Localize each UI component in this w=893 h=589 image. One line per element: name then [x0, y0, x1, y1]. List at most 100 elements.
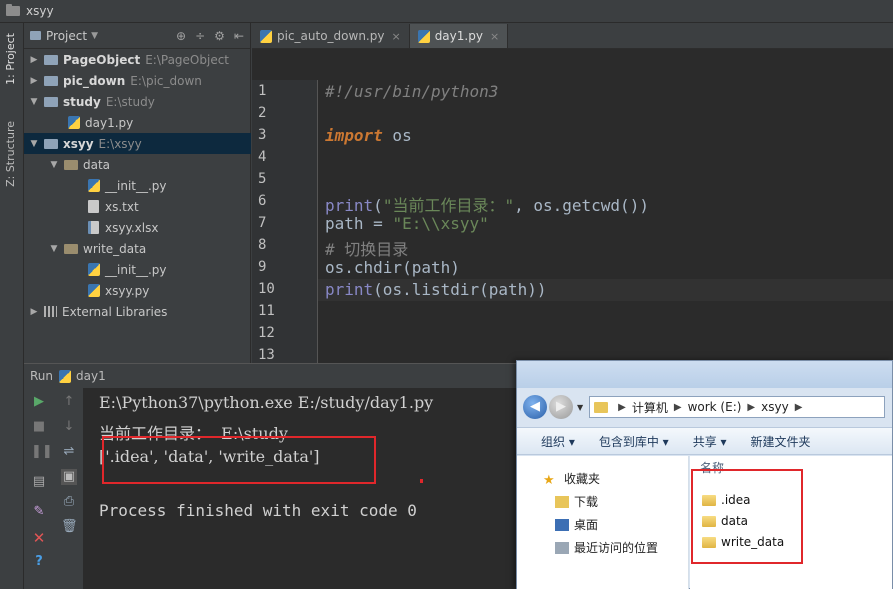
print-icon[interactable]: ⎙ [61, 494, 77, 510]
project-panel-header: Project ▼ ⊕ ÷ ⚙ ⇤ [24, 23, 250, 49]
layout-icon[interactable]: ▤ [31, 474, 47, 490]
line-number: 3 [258, 127, 267, 143]
line-number-gutter: 1 2 3 4 5 6 7 8 9 10 11 12 13 [252, 80, 318, 363]
project-view-icon [30, 31, 41, 40]
line-number: 7 [258, 215, 267, 231]
nav-favorites[interactable]: ★ 收藏夹 [543, 470, 600, 488]
code-line-1[interactable]: #!/usr/bin/python3 [325, 82, 498, 101]
tree-row-xs-txt[interactable]: xs.txt [24, 196, 251, 217]
close-icon[interactable]: ✕ [31, 530, 47, 546]
star-icon: ★ [543, 472, 555, 488]
breadcrumb-computer[interactable]: 计算机 [632, 399, 668, 416]
back-icon[interactable]: ◀ [523, 395, 547, 419]
stop-icon[interactable]: ■ [31, 419, 47, 435]
chevron-down-icon[interactable]: ▼ [28, 139, 40, 149]
scroll-end-icon[interactable]: ▣ [61, 469, 77, 485]
chevron-right-icon[interactable]: ▶ [28, 55, 40, 65]
gear-icon[interactable]: ⚙ [214, 29, 225, 43]
code-line-3[interactable]: import os [325, 126, 412, 145]
tree-row-data[interactable]: ▼ data [24, 154, 251, 175]
chevron-right-icon: ▶ [618, 401, 626, 413]
code-line-10[interactable]: print(os.listdir(path)) [325, 280, 547, 299]
code-line-7[interactable]: path = "E:\\xsyy" [325, 214, 489, 233]
project-panel-label[interactable]: Project [46, 29, 87, 43]
explorer-file-list: 名称 .idea data write_data [690, 456, 892, 589]
highlight-box [102, 436, 376, 484]
address-bar[interactable]: ▶ 计算机 ▶ work (E:) ▶ xsyy ▶ [589, 396, 885, 418]
tree-label: data [83, 157, 111, 172]
arrow-up-icon[interactable]: ↑ [61, 394, 77, 410]
chevron-down-icon[interactable]: ▼ [91, 31, 98, 41]
console-line-command: E:\Python37\python.exe E:/study/day1.py [99, 393, 434, 412]
chevron-down-icon[interactable]: ▼ [48, 160, 60, 170]
play-icon[interactable]: ▶ [31, 394, 47, 410]
wrap-icon[interactable]: ⇌ [61, 444, 77, 460]
tree-row-write-init[interactable]: __init__.py [24, 259, 251, 280]
tab-day1[interactable]: day1.py × [409, 24, 509, 48]
close-icon[interactable]: × [490, 30, 499, 43]
chevron-down-icon[interactable]: ▼ [48, 244, 60, 254]
tab-structure[interactable]: Z: Structure [4, 121, 17, 187]
tab-pic-auto-down[interactable]: pic_auto_down.py × [252, 24, 410, 48]
tree-label: xsyy.py [105, 283, 150, 298]
nav-recent[interactable]: 最近访问的位置 [555, 539, 658, 556]
nav-downloads[interactable]: 下载 [555, 493, 598, 510]
tree-path: E:\PageObject [145, 52, 230, 67]
python-file-icon [260, 29, 272, 43]
folder-icon [44, 138, 58, 149]
trash-icon[interactable]: 🗑 [61, 519, 78, 535]
tree-row-study[interactable]: ▼ study E:\study [24, 91, 251, 112]
ide-window: xsyy 1: Project Z: Structure Project ▼ ⊕… [0, 0, 893, 589]
new-folder-button[interactable]: 新建文件夹 [751, 433, 811, 450]
tree-row-xsyy-py[interactable]: xsyy.py [24, 280, 251, 301]
tree-row-data-init[interactable]: __init__.py [24, 175, 251, 196]
code-text: os [382, 126, 412, 145]
tab-label: pic_auto_down.py [277, 29, 385, 43]
tree-row-write-data[interactable]: ▼ write_data [24, 238, 251, 259]
code-line-9[interactable]: os.chdir(path) [325, 258, 460, 277]
chevron-right-icon: ▶ [747, 401, 756, 413]
pin-icon[interactable]: ✎ [31, 504, 47, 520]
include-in-library-button[interactable]: 包含到库中 ▾ [599, 433, 669, 450]
tree-row-xsyy[interactable]: ▼ xsyy E:\xsyy [24, 133, 251, 154]
chevron-right-icon[interactable]: ▶ [28, 307, 40, 317]
arrow-down-icon[interactable]: ↓ [61, 419, 77, 435]
explorer-navigation-pane: ★ 收藏夹 下载 桌面 最近访问的位置 [517, 456, 689, 589]
tree-row-pic-down[interactable]: ▶ pic_down E:\pic_down [24, 70, 251, 91]
code-line-6[interactable]: print("当前工作目录：", os.getcwd()) [325, 192, 649, 216]
close-icon[interactable]: × [391, 30, 400, 43]
share-button[interactable]: 共享 ▾ [693, 433, 727, 450]
tree-row-day1[interactable]: day1.py [24, 112, 251, 133]
line-number: 2 [258, 105, 267, 121]
code-text: ( [373, 196, 383, 215]
chevron-down-icon[interactable]: ▼ [28, 97, 40, 107]
breadcrumb-drive[interactable]: work (E:) [688, 400, 742, 414]
python-file-icon [88, 179, 100, 192]
tree-row-external-libraries[interactable]: ▶ External Libraries [24, 301, 251, 322]
tree-label: day1.py [85, 115, 134, 130]
tree-path: E:\pic_down [130, 73, 202, 88]
pause-icon[interactable]: ❚❚ [31, 444, 53, 460]
breadcrumb-folder[interactable]: xsyy [761, 400, 789, 414]
tree-label: study [63, 94, 101, 109]
tree-label: External Libraries [62, 304, 168, 319]
python-file-icon [59, 369, 72, 383]
help-icon[interactable]: ? [31, 554, 47, 570]
code-string: "当前工作目录：" [382, 196, 515, 215]
chevron-right-icon[interactable]: ▶ [28, 76, 40, 86]
organize-button[interactable]: 组织 ▾ [541, 433, 575, 450]
chevron-down-icon[interactable]: ▼ [577, 403, 583, 412]
nav-label: 桌面 [574, 518, 599, 532]
tree-row-pageobject[interactable]: ▶ PageObject E:\PageObject [24, 49, 251, 70]
tree-label: pic_down [63, 73, 126, 88]
tab-project[interactable]: 1: Project [4, 33, 17, 85]
target-icon[interactable]: ⊕ [176, 29, 186, 43]
code-line-8[interactable]: # 切换目录 [325, 236, 408, 260]
hide-panel-icon[interactable]: ⇤ [234, 29, 244, 43]
code-editor: pic_auto_down.py × day1.py × 1 2 3 4 5 6… [252, 23, 893, 363]
collapse-icon[interactable]: ÷ [195, 29, 205, 43]
code-text: , os.getcwd()) [514, 196, 649, 215]
forward-icon[interactable]: ▶ [549, 395, 573, 419]
tree-row-xsyy-xlsx[interactable]: xsyy.xlsx [24, 217, 251, 238]
nav-desktop[interactable]: 桌面 [555, 516, 598, 533]
